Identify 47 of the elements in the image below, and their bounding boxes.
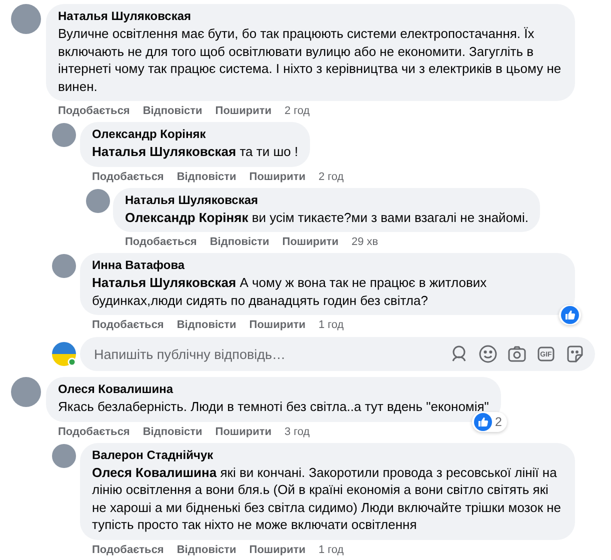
camera-icon[interactable] — [507, 344, 527, 364]
action-link[interactable]: Відповісти — [176, 170, 236, 184]
comment-text: Наталья Шуляковская та ти шо ! — [92, 143, 298, 160]
action-link[interactable]: Подобається — [125, 235, 197, 249]
timestamp[interactable]: 1 год — [318, 542, 344, 556]
action-link[interactable]: Поширити — [282, 235, 338, 249]
action-link[interactable]: Відповісти — [142, 104, 202, 118]
flag-avatar[interactable] — [52, 342, 76, 366]
action-link[interactable]: Відповісти — [176, 318, 236, 332]
action-link[interactable]: Подобається — [92, 170, 164, 184]
author-name[interactable]: Наталья Шуляковская — [58, 9, 192, 24]
timestamp[interactable]: 29 хв — [351, 235, 378, 249]
comment-text: Наталья Шуляковская А чому ж вона так не працює в житлових будинках,люди сидять по дванадцять годин без світла? — [92, 274, 488, 309]
action-link[interactable]: Поширити — [215, 104, 272, 118]
timestamp[interactable]: 2 год — [318, 170, 344, 184]
action-link[interactable]: Подобається — [92, 542, 164, 556]
avatar[interactable] — [52, 123, 76, 147]
author-name[interactable]: Инна Ватафова — [92, 258, 185, 273]
action-link[interactable]: Подобається — [58, 424, 130, 438]
reaction-count: 2 — [494, 414, 503, 428]
action-link[interactable]: Поширити — [249, 170, 306, 184]
action-link[interactable]: Поширити — [249, 318, 306, 332]
avatar[interactable] — [11, 377, 41, 407]
author-name[interactable]: Наталья Шуляковская — [125, 192, 258, 208]
author-name[interactable]: Валерон Стаднійчук — [92, 448, 214, 462]
comment-text: Вуличне освітлення має бути, бо так працюють системи електропостачання. Їх включають не для того щоб освітлювати вулицю або не економити. Загугліть в інтернеті чому так працює система. І ніхто з керівництва чи з електриків в цьому не винен. — [58, 25, 562, 95]
action-link[interactable]: Подобається — [58, 104, 130, 118]
action-link[interactable]: Відповісти — [176, 542, 236, 556]
emoji-icon[interactable] — [478, 344, 498, 364]
reaction-badge[interactable]: 2 — [472, 412, 507, 432]
avatar[interactable] — [11, 4, 41, 34]
timestamp[interactable]: 3 год — [284, 424, 310, 438]
author-name[interactable]: Олександр Коріняк — [92, 127, 206, 142]
action-link[interactable]: Поширити — [249, 542, 306, 556]
action-link[interactable]: Відповісти — [142, 424, 202, 438]
timestamp[interactable]: 2 год — [284, 104, 310, 118]
avatar[interactable] — [52, 444, 76, 468]
avatar[interactable] — [86, 188, 110, 212]
timestamp[interactable]: 1 год — [318, 318, 344, 332]
avatar[interactable] — [52, 254, 76, 278]
sticker-icon[interactable] — [565, 344, 585, 364]
action-link[interactable]: Поширити — [215, 424, 272, 438]
comment-text: Олександр Коріняк ви усім тикаєте?ми з вами взагалі не знайомі. — [125, 208, 528, 226]
action-link[interactable]: Подобається — [92, 318, 164, 332]
comment-text: Олеся Ковалишина які ви кончані. Закоротили провода з ресовської лінії на лінію освітлення а вони бля.ь (Ой в країні економія а вони світло світять які не хароші а ми бідненькі без світла сидимо) Люди включайте трішки мозок не тупість просто так ніхто не може включати освітлення — [92, 464, 562, 534]
author-name[interactable]: Олеся Ковалишина — [58, 382, 174, 397]
action-link[interactable]: Відповісти — [210, 235, 270, 249]
